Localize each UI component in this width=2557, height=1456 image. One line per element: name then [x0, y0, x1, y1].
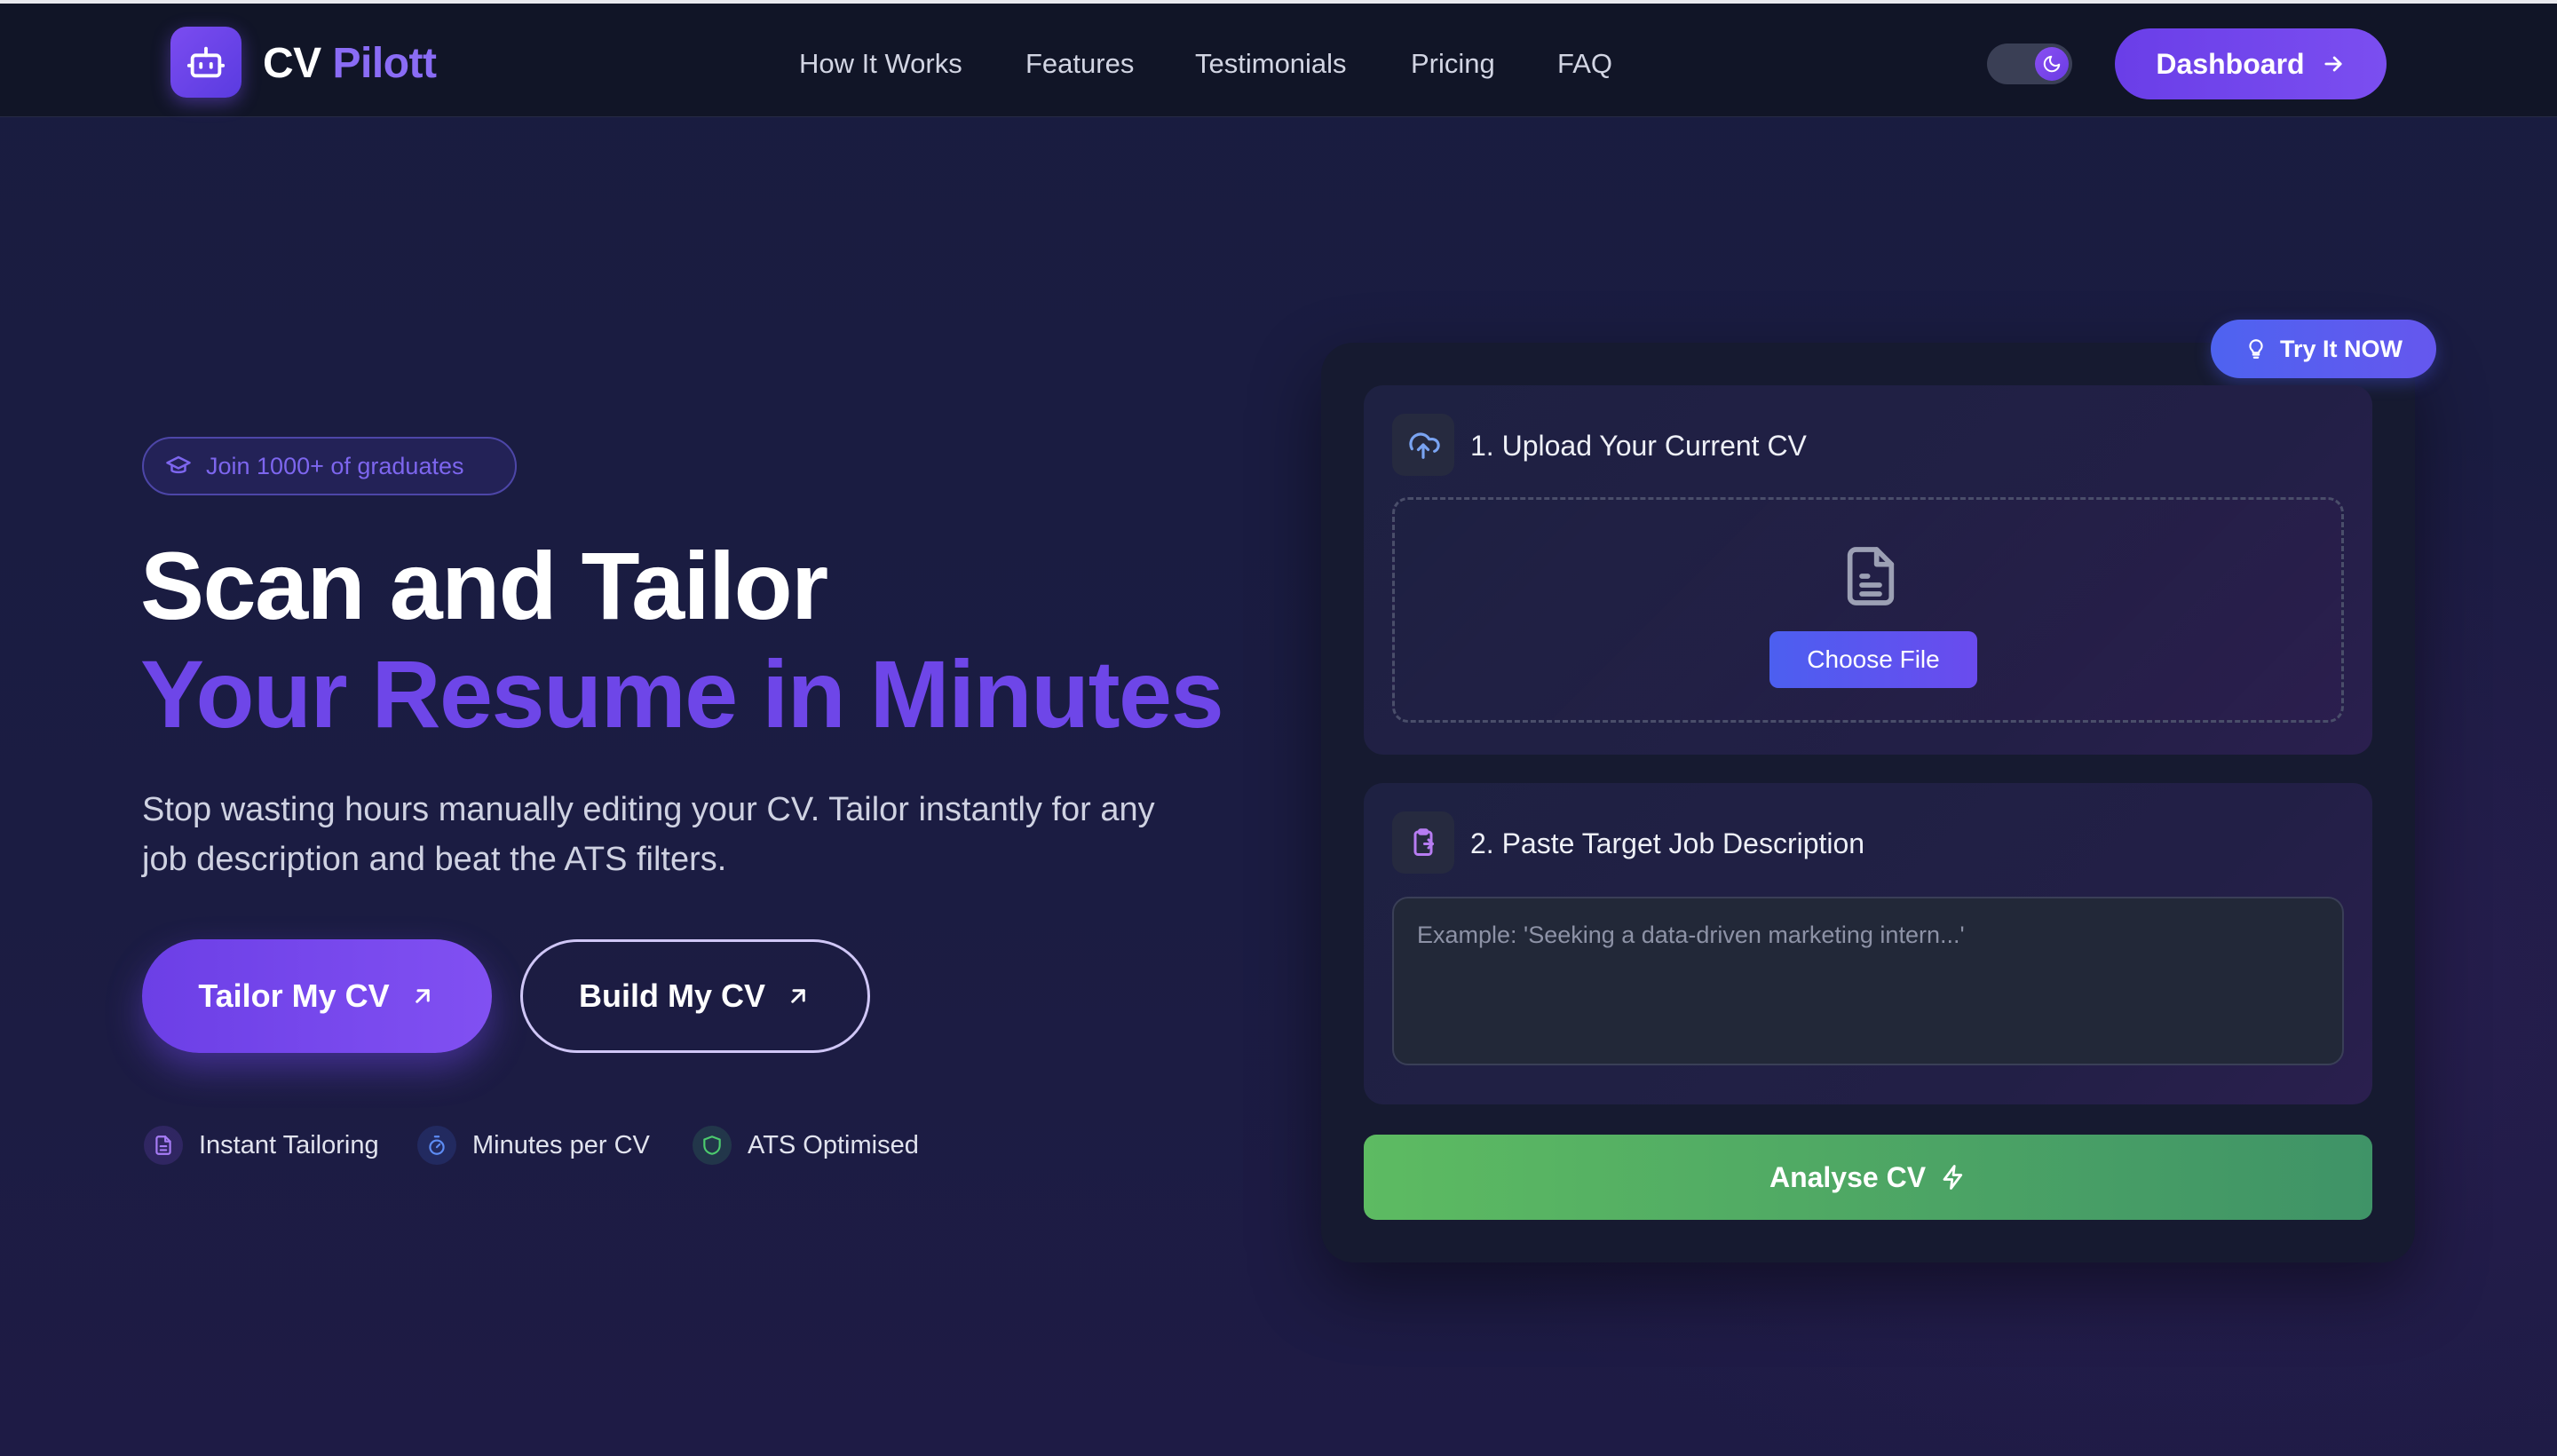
job-step-title: 2. Paste Target Job Description [1470, 827, 1865, 859]
upload-step-title: 1. Upload Your Current CV [1470, 430, 1807, 462]
moon-icon [2035, 47, 2069, 81]
lightning-icon [1943, 1165, 1963, 1190]
document-icon [144, 1126, 183, 1165]
arrow-up-right-icon [415, 989, 430, 1003]
try-label: Try It NOW [2279, 335, 2403, 362]
graduates-badge: Join 1000+ of graduates [142, 437, 517, 495]
job-description-input[interactable] [1392, 897, 2344, 1065]
hero-title-line1: Scan and Tailor [140, 532, 828, 639]
nav-testimonials[interactable]: Testimonials [1195, 46, 1347, 82]
logo-robot-icon[interactable] [170, 27, 241, 98]
dashboard-label: Dashboard [2156, 47, 2305, 80]
file-icon [1847, 547, 1895, 605]
brand-part2: Pilott [332, 40, 437, 87]
brand-name[interactable]: CV Pilott [263, 39, 437, 89]
upload-cv-panel: 1. Upload Your Current CV Choose File [1364, 385, 2372, 755]
nav-features[interactable]: Features [1025, 46, 1134, 82]
choose-file-button[interactable]: Choose File [1769, 631, 1977, 688]
feature-label: ATS Optimised [748, 1130, 919, 1159]
tailor-my-cv-button[interactable]: Tailor My CV [142, 939, 492, 1053]
feature-label: Instant Tailoring [199, 1130, 379, 1159]
build-label: Build My CV [578, 977, 765, 1014]
cv-dropzone[interactable]: Choose File [1392, 497, 2344, 723]
try-it-now-button[interactable]: Try It NOW [2211, 320, 2436, 378]
arrow-up-right-icon [791, 989, 805, 1003]
feature-label: Minutes per CV [472, 1130, 650, 1159]
theme-toggle[interactable] [1987, 44, 2072, 84]
brand-part1: CV [263, 40, 321, 87]
arrow-right-icon [2323, 56, 2342, 72]
clipboard-icon [1392, 811, 1454, 874]
build-my-cv-button[interactable]: Build My CV [520, 939, 870, 1053]
analyse-cv-button[interactable]: Analyse CV [1364, 1135, 2372, 1220]
graduation-cap-icon [166, 455, 191, 474]
hero-title-line2: Your Resume in Minutes [140, 640, 1224, 748]
feature-ats-optimised: ATS Optimised [693, 1126, 919, 1165]
hero-subtitle: Stop wasting hours manually editing your… [142, 791, 1155, 878]
analyse-label: Analyse CV [1769, 1160, 1927, 1193]
top-navbar: CV Pilott How It Works Features Testimon… [0, 0, 2557, 117]
badge-text: Join 1000+ of graduates [206, 452, 464, 479]
nav-how-it-works[interactable]: How It Works [799, 46, 962, 82]
cloud-upload-icon [1392, 414, 1454, 476]
lightbulb-icon [2249, 339, 2263, 359]
feature-instant-tailoring: Instant Tailoring [144, 1126, 379, 1165]
shield-icon [693, 1126, 732, 1165]
tailor-label: Tailor My CV [198, 977, 390, 1014]
nav-pricing[interactable]: Pricing [1411, 46, 1495, 82]
feature-minutes-per-cv: Minutes per CV [417, 1126, 650, 1165]
timer-icon [417, 1126, 456, 1165]
dashboard-button[interactable]: Dashboard [2115, 28, 2387, 99]
job-description-panel: 2. Paste Target Job Description [1364, 783, 2372, 1104]
nav-faq[interactable]: FAQ [1557, 46, 1612, 82]
